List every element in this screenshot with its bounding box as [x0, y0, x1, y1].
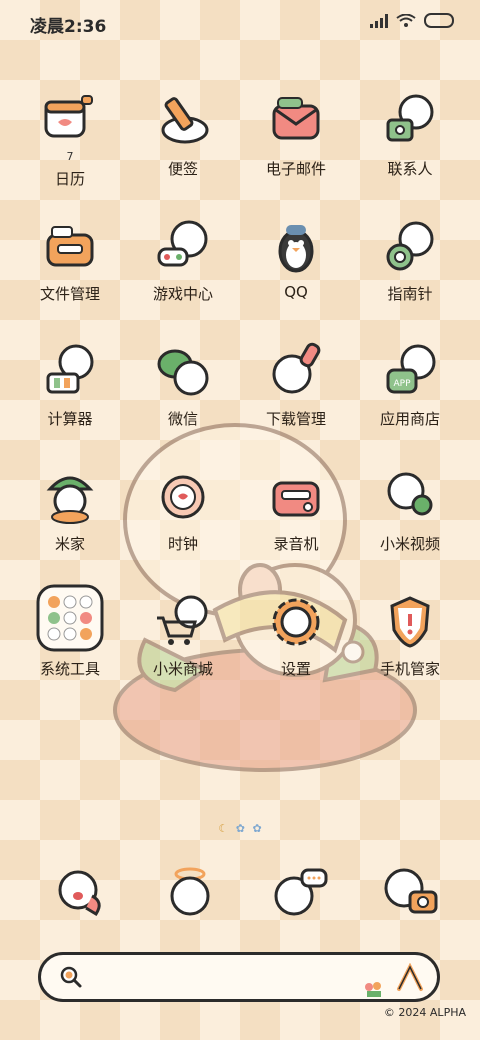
app-qq[interactable]: QQ [246, 215, 346, 325]
app-wechat[interactable]: 微信 [133, 340, 233, 450]
app-row: 7 日历 便签 电子邮件 联系人 [0, 90, 480, 215]
app-label: 小米商城 [152, 660, 213, 678]
copyright-text: © 2024 ALPHA [383, 1006, 466, 1019]
app-settings[interactable]: 设置 [246, 590, 346, 700]
wechat-icon [157, 349, 209, 396]
shop-cart-icon [157, 595, 208, 645]
app-label: 文件管理 [39, 285, 100, 303]
app-label: 录音机 [273, 535, 319, 553]
dock-browser[interactable] [140, 860, 240, 930]
mijia-icon [46, 476, 94, 524]
folder-icon [36, 584, 104, 652]
page-indicator[interactable]: ☾ ✿ ✿ [0, 822, 480, 835]
app-contacts[interactable]: 联系人 [360, 90, 460, 200]
page-dot: ✿ [252, 822, 262, 835]
app-mijia[interactable]: 米家 [20, 465, 120, 575]
dock-camera[interactable] [360, 860, 460, 930]
app-label: 联系人 [387, 160, 433, 178]
app-label: 米家 [54, 535, 85, 553]
notes-icon [161, 97, 209, 144]
status-icons [370, 13, 454, 28]
app-system-tools-folder[interactable]: 系统工具 [20, 584, 120, 700]
app-label: 下载管理 [265, 410, 326, 428]
voice-assistant-icon[interactable] [395, 963, 425, 993]
recorder-icon [272, 481, 320, 517]
app-label: QQ [284, 283, 308, 301]
app-row: 系统工具 小米商城 设置 手机管家 [0, 584, 480, 715]
contacts-icon [386, 94, 434, 142]
app-label: 微信 [167, 410, 198, 428]
app-clock[interactable]: 时钟 [133, 465, 233, 575]
video-icon [387, 472, 433, 516]
search-icon [60, 966, 82, 988]
app-row: 计算器 微信 下载管理 APP 应用商店 [0, 340, 480, 465]
app-mi-store[interactable]: 小米商城 [133, 590, 233, 700]
signal-icon [370, 13, 388, 28]
compass-icon [386, 221, 434, 271]
app-label: 便签 [167, 160, 198, 178]
app-label: 设置 [280, 660, 311, 678]
wifi-icon [396, 13, 416, 27]
app-label: 指南针 [387, 285, 433, 303]
app-game-center[interactable]: 游戏中心 [133, 215, 233, 325]
battery-icon [424, 13, 454, 28]
app-label: 游戏中心 [152, 285, 213, 303]
files-icon [46, 226, 94, 267]
app-recorder[interactable]: 录音机 [246, 465, 346, 575]
app-row: 米家 时钟 录音机 小米视频 [0, 465, 480, 590]
app-row: 文件管理 游戏中心 QQ 指南针 [0, 215, 480, 340]
app-files[interactable]: 文件管理 [20, 215, 120, 325]
status-bar: 凌晨2:36 [0, 0, 480, 44]
page-dot: ✿ [235, 822, 245, 835]
app-label: 时钟 [167, 535, 198, 553]
app-mi-video[interactable]: 小米视频 [360, 465, 460, 575]
calculator-icon [46, 344, 94, 394]
dock-messages[interactable] [250, 860, 350, 930]
calendar-icon [44, 95, 93, 138]
browser-sheep-icon [170, 867, 210, 916]
dock-phone[interactable] [30, 860, 130, 930]
settings-gear-icon [272, 598, 320, 646]
messages-sheep-icon [274, 868, 328, 916]
app-label: 应用商店 [379, 410, 440, 428]
app-compass[interactable]: 指南针 [360, 215, 460, 325]
status-time: 凌晨2:36 [30, 17, 107, 37]
search-bar[interactable] [38, 952, 440, 1002]
app-app-store[interactable]: APP 应用商店 [360, 340, 460, 450]
mail-icon [272, 97, 320, 140]
game-icon [157, 220, 208, 267]
app-label: 系统工具 [39, 660, 100, 678]
security-shield-icon [390, 596, 430, 648]
download-icon [272, 342, 321, 394]
dock [0, 860, 480, 940]
app-calculator[interactable]: 计算器 [20, 340, 120, 450]
app-notes[interactable]: 便签 [133, 90, 233, 200]
clock-icon [161, 475, 205, 519]
app-mail[interactable]: 电子邮件 [246, 90, 346, 200]
phone-sheep-icon [58, 870, 101, 917]
app-store-icon: APP [386, 344, 436, 394]
page-dot-moon: ☾ [218, 822, 229, 835]
flower-decoration-icon [365, 982, 381, 997]
app-calendar[interactable]: 7 日历 [20, 90, 120, 200]
app-label: 计算器 [47, 410, 93, 428]
camera-sheep-icon [384, 868, 438, 914]
svg-text:APP: APP [393, 379, 411, 389]
calendar-date-badge: 7 [66, 150, 74, 163]
app-label: 日历 [54, 170, 85, 188]
app-downloads[interactable]: 下载管理 [246, 340, 346, 450]
app-label: 手机管家 [379, 660, 440, 678]
app-label: 小米视频 [379, 535, 440, 553]
qq-penguin-icon [278, 225, 314, 273]
app-security[interactable]: 手机管家 [360, 590, 460, 700]
app-label: 电子邮件 [265, 160, 326, 178]
